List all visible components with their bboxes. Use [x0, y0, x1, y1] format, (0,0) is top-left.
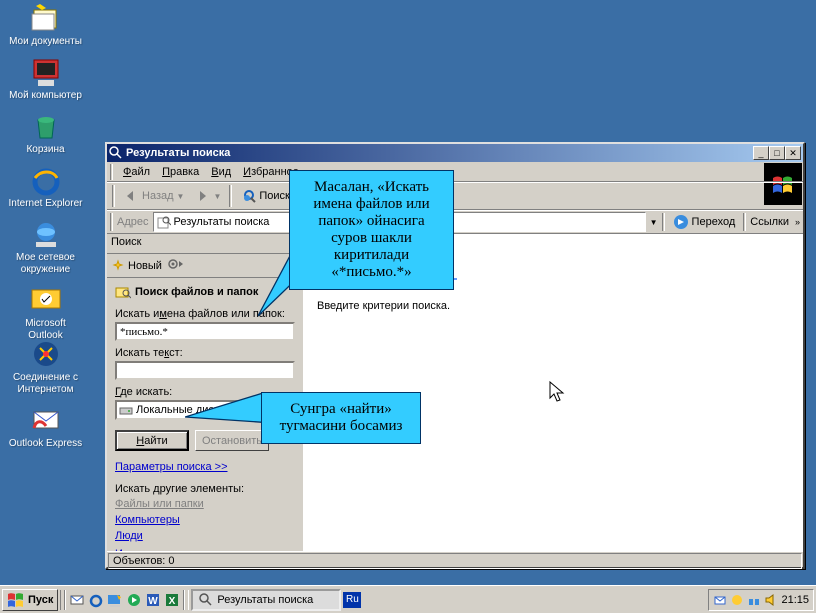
- desktop-icon-documents[interactable]: Мои документы: [8, 2, 83, 48]
- go-icon: [673, 214, 689, 230]
- link-internet[interactable]: Интернет: [115, 548, 295, 551]
- text-label: Искать текст:: [115, 347, 295, 359]
- language-indicator[interactable]: Ru: [343, 592, 361, 608]
- ql-ie-icon[interactable]: [87, 590, 105, 610]
- search-toolbar-button[interactable]: Поиск: [236, 185, 293, 207]
- back-button[interactable]: Назад▼: [119, 185, 188, 207]
- gear-icon: [168, 257, 184, 271]
- svg-text:W: W: [149, 596, 159, 607]
- statusbar: Объектов: 0: [107, 551, 803, 569]
- forward-button[interactable]: ▼: [190, 185, 225, 207]
- menubar: Файл Правка Вид Избранное: [107, 162, 803, 182]
- sparkle-icon: [111, 259, 125, 273]
- result-hint: Введите критерии поиска.: [317, 300, 791, 312]
- ql-media-icon[interactable]: [125, 590, 143, 610]
- link-files[interactable]: Файлы или папки: [115, 498, 295, 510]
- desktop-icon-dialup[interactable]: Соединение с Интернетом: [8, 338, 83, 396]
- desktop: Мои документы Мой компьютер Корзина Inte…: [0, 0, 816, 585]
- toolbar: Назад▼ ▼ Поиск: [107, 182, 803, 210]
- tray-icon-3[interactable]: [747, 593, 761, 607]
- link-people[interactable]: Люди: [115, 530, 295, 542]
- status-text: Объектов: 0: [108, 553, 802, 569]
- go-button[interactable]: Переход: [669, 212, 740, 232]
- menu-file[interactable]: Файл: [117, 164, 156, 180]
- system-tray: 21:15: [708, 589, 814, 611]
- filename-input[interactable]: [115, 322, 295, 341]
- search-new-button[interactable]: Новый: [111, 259, 162, 273]
- desktop-icon-computer[interactable]: Мой компьютер: [8, 56, 83, 102]
- close-button[interactable]: ✕: [785, 146, 801, 160]
- other-items-label: Искать другие элементы:: [115, 483, 295, 495]
- ql-word-icon[interactable]: W: [144, 590, 162, 610]
- desktop-icon-oe[interactable]: Outlook Express: [8, 404, 83, 450]
- tray-icon-2[interactable]: [730, 593, 744, 607]
- links-label[interactable]: Ссылки: [750, 216, 789, 228]
- menu-edit[interactable]: Правка: [156, 164, 205, 180]
- desktop-icon-ie[interactable]: Internet Explorer: [8, 164, 83, 210]
- forward-arrow-icon: [194, 188, 210, 204]
- text-input[interactable]: [115, 361, 295, 380]
- link-computers[interactable]: Компьютеры: [115, 514, 295, 526]
- desktop-icon-outlook[interactable]: Microsoft Outlook: [8, 284, 83, 342]
- window-title: Результаты поиска: [126, 147, 753, 159]
- taskbar-item[interactable]: Результаты поиска: [191, 589, 341, 611]
- clock: 21:15: [781, 594, 809, 606]
- quick-launch: W X: [60, 590, 189, 610]
- taskbar: Пуск W X Результаты поиска Ru 21:15: [0, 585, 816, 613]
- callout-find: Сунгра «найти» тугмасини босамиз: [261, 392, 421, 444]
- tray-icon-1[interactable]: [713, 593, 727, 607]
- folder-search-icon: [115, 284, 131, 300]
- stop-button: Остановить: [195, 430, 269, 451]
- address-bar: Адрес Результаты поиска ▼ Переход Ссылки…: [107, 210, 803, 234]
- back-arrow-icon: [123, 188, 139, 204]
- maximize-button[interactable]: □: [769, 146, 785, 160]
- search-params-link[interactable]: Параметры поиска >>: [115, 461, 295, 473]
- drive-icon: [119, 403, 133, 417]
- search-icon: [240, 188, 256, 204]
- start-button[interactable]: Пуск: [2, 589, 58, 611]
- search-settings-button[interactable]: [168, 257, 184, 274]
- tray-volume-icon[interactable]: [764, 593, 778, 607]
- find-button[interactable]: Найти: [115, 430, 189, 451]
- callout-filename: Масалан, «Искать имена файлов или папок»…: [289, 170, 454, 290]
- ql-desktop-icon[interactable]: [106, 590, 124, 610]
- svg-text:X: X: [169, 596, 176, 607]
- minimize-button[interactable]: _: [753, 146, 769, 160]
- window-icon: [109, 146, 123, 160]
- search-icon: [199, 593, 213, 607]
- ql-excel-icon[interactable]: X: [163, 590, 181, 610]
- desktop-icon-network[interactable]: Мое сетевое окружение: [8, 218, 83, 276]
- cursor-icon: [548, 380, 568, 404]
- windows-flag-icon: [7, 592, 25, 608]
- menu-view[interactable]: Вид: [205, 164, 237, 180]
- search-results-icon: [157, 215, 171, 229]
- search-results-window: Результаты поиска _ □ ✕ Файл Правка Вид …: [105, 142, 805, 569]
- desktop-icon-recycle[interactable]: Корзина: [8, 110, 83, 156]
- address-label: Адрес: [117, 216, 149, 228]
- ql-mail-icon[interactable]: [68, 590, 86, 610]
- titlebar[interactable]: Результаты поиска _ □ ✕: [107, 144, 803, 162]
